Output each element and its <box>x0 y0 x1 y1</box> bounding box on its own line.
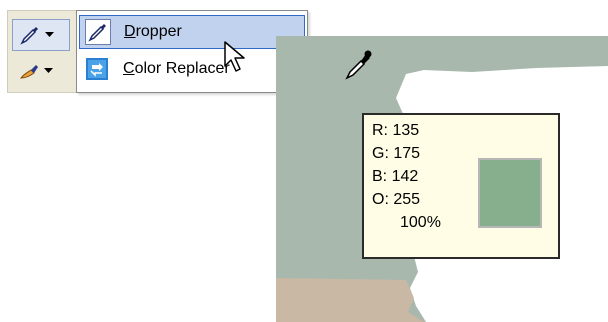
brush-tool-button[interactable] <box>12 55 72 87</box>
chevron-down-icon[interactable] <box>45 32 54 38</box>
color-replacer-icon <box>83 55 111 83</box>
menu-item-color-replacer[interactable]: Color Replacer <box>79 52 305 86</box>
brush-icon <box>18 60 40 82</box>
red-value: R: 135 <box>372 122 420 139</box>
menu-item-dropper[interactable]: Dropper <box>79 15 305 49</box>
dropper-icon <box>19 24 41 46</box>
menu-item-label: Color Replacer <box>123 60 230 77</box>
color-swatch <box>478 158 542 228</box>
chevron-down-icon[interactable] <box>44 68 53 74</box>
mouse-cursor-icon <box>223 40 249 79</box>
dropper-icon <box>84 18 112 46</box>
tool-dropdown-menu: Dropper Color Replacer <box>76 10 308 93</box>
dropper-tool-button[interactable] <box>12 19 70 51</box>
menu-item-label: Dropper <box>124 23 182 40</box>
tool-toolbar <box>7 10 77 93</box>
color-info-tooltip: R: 135 G: 175 B: 142 O: 255 100% <box>362 113 560 259</box>
